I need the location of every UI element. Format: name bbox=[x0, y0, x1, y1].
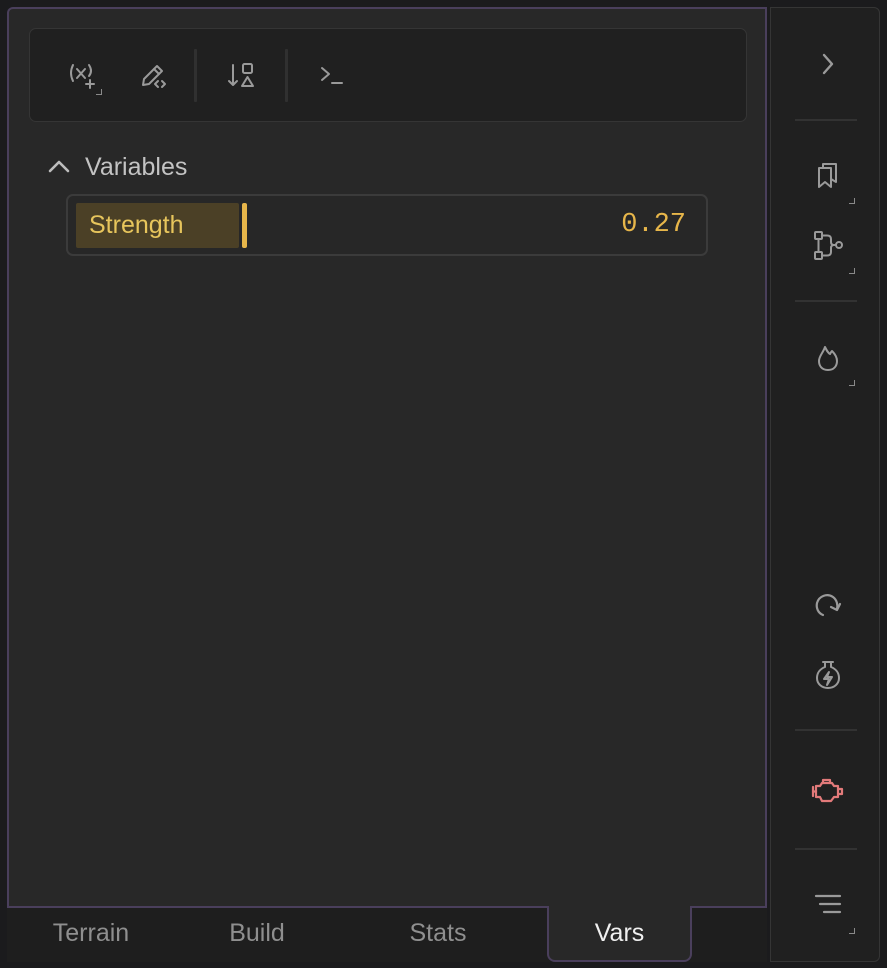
bookmarks-icon bbox=[818, 163, 837, 188]
section-title: Variables bbox=[85, 152, 188, 181]
dock-divider bbox=[795, 848, 857, 850]
redo-button[interactable] bbox=[805, 581, 851, 627]
submenu-corner-indicator bbox=[849, 928, 855, 934]
submenu-corner-indicator bbox=[849, 380, 855, 386]
console-button[interactable] bbox=[312, 55, 352, 95]
bookmarks-button[interactable] bbox=[805, 152, 855, 204]
variable-name: Strength bbox=[76, 203, 239, 248]
menu-button[interactable] bbox=[805, 882, 855, 934]
submenu-corner-indicator bbox=[849, 268, 855, 274]
tab-stats[interactable]: Stats bbox=[378, 906, 498, 962]
tab-bar-border bbox=[7, 906, 547, 908]
submenu-corner-indicator bbox=[96, 89, 102, 95]
right-dock bbox=[770, 7, 880, 962]
menu-lines-icon bbox=[814, 894, 842, 914]
collapse-dock-button[interactable] bbox=[805, 41, 851, 87]
tab-build[interactable]: Build bbox=[197, 906, 317, 962]
node-graph-icon bbox=[814, 231, 843, 260]
node-graph-button[interactable] bbox=[805, 222, 855, 274]
tab-terrain[interactable]: Terrain bbox=[31, 906, 151, 962]
bottom-tab-bar: Terrain Build Stats Vars bbox=[7, 906, 767, 962]
submenu-corner-indicator bbox=[849, 198, 855, 204]
edit-code-icon bbox=[142, 65, 166, 88]
sort-shapes-icon bbox=[228, 63, 254, 87]
edit-code-button[interactable] bbox=[132, 55, 172, 95]
dock-divider bbox=[795, 119, 857, 121]
variables-panel: Variables Strength 0.27 bbox=[7, 7, 767, 907]
variable-row-strength[interactable]: Strength 0.27 bbox=[66, 194, 708, 256]
tab-vars[interactable]: Vars bbox=[547, 906, 692, 962]
panel-toolbar bbox=[29, 28, 747, 122]
redo-arrow-icon bbox=[815, 594, 842, 617]
tab-bar-border bbox=[692, 906, 767, 908]
dock-divider bbox=[795, 729, 857, 731]
engine-icon bbox=[811, 778, 844, 803]
toolbar-divider bbox=[285, 49, 288, 102]
flame-button[interactable] bbox=[805, 334, 855, 386]
engine-button[interactable] bbox=[805, 768, 851, 814]
variables-section-header[interactable]: Variables bbox=[45, 149, 187, 185]
sort-button[interactable] bbox=[222, 55, 262, 95]
chevron-right-icon bbox=[822, 53, 834, 75]
flame-icon bbox=[818, 346, 838, 371]
app-window: Variables Strength 0.27 Terrain Build St… bbox=[0, 0, 887, 968]
flask-bolt-icon bbox=[816, 661, 840, 689]
new-variable-icon bbox=[70, 64, 95, 89]
flask-button[interactable] bbox=[805, 652, 851, 698]
chevron-up-icon bbox=[48, 160, 70, 173]
variable-value[interactable]: 0.27 bbox=[621, 196, 686, 254]
toolbar-divider bbox=[194, 49, 197, 102]
dock-divider bbox=[795, 300, 857, 302]
new-variable-button[interactable] bbox=[62, 55, 102, 95]
terminal-icon bbox=[321, 67, 343, 84]
value-slider-handle[interactable] bbox=[242, 203, 247, 248]
